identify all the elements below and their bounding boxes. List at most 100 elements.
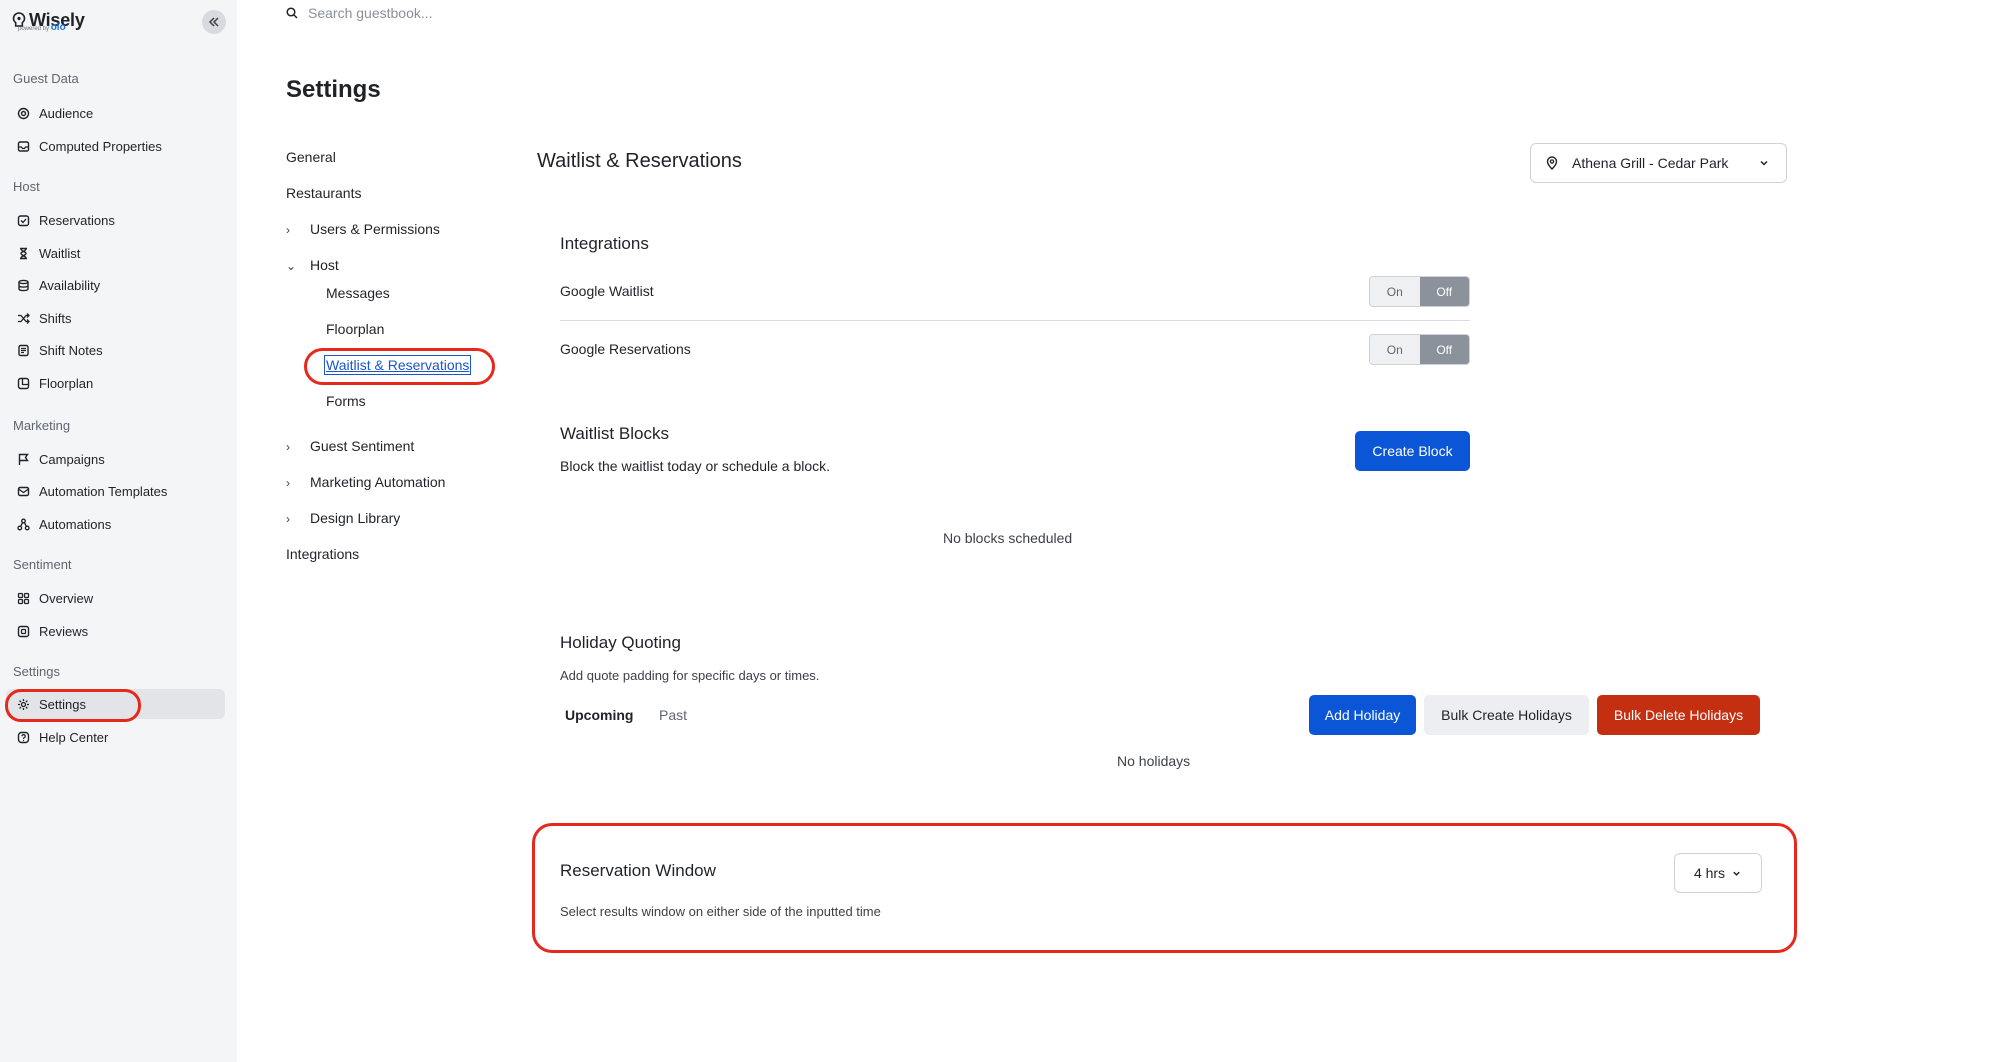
calendar-icon: [16, 213, 30, 227]
toggle-off-option[interactable]: Off: [1419, 277, 1469, 306]
create-block-button[interactable]: Create Block: [1355, 431, 1470, 471]
chevron-down-icon: [1758, 156, 1770, 172]
sidebar-item-automation-templates[interactable]: Automation Templates: [6, 476, 225, 506]
map-pin-icon: [1545, 156, 1559, 170]
no-holidays-message: No holidays: [1117, 753, 1191, 769]
chevron-down-icon: ⌄: [286, 259, 297, 273]
waitlist-blocks-heading: Waitlist Blocks: [560, 424, 669, 443]
shuffle-icon: [16, 311, 30, 325]
reservation-window-heading: Reservation Window: [560, 861, 716, 880]
integrations-heading: Integrations: [560, 234, 649, 253]
chevron-right-icon: ›: [286, 223, 290, 237]
collapse-sidebar-button[interactable]: [202, 10, 226, 34]
sidebar-item-label: Floorplan: [39, 375, 94, 391]
toggle-on-option[interactable]: On: [1370, 277, 1420, 306]
sidebar-item-label: Automations: [39, 516, 112, 532]
sidebar-item-waitlist[interactable]: Waitlist: [6, 238, 225, 268]
sidebar-item-label: Shifts: [39, 310, 72, 326]
settings-nav-floorplan[interactable]: Floorplan: [326, 321, 384, 337]
google-reservations-label: Google Reservations: [560, 341, 691, 357]
sidebar-item-label: Availability: [39, 277, 101, 293]
settings-nav-label: Marketing Automation: [310, 474, 446, 490]
google-reservations-toggle[interactable]: On Off: [1369, 334, 1470, 365]
settings-nav-design-library[interactable]: › Design Library: [286, 510, 400, 526]
reservation-window-select[interactable]: 4 hrs: [1674, 853, 1762, 893]
toggle-off-option[interactable]: Off: [1419, 335, 1469, 364]
chevron-right-icon: ›: [286, 512, 290, 526]
settings-nav-label: Host: [310, 257, 339, 273]
powered-by-text: powered by: [18, 26, 50, 32]
mail-icon: [16, 484, 30, 498]
sidebar-item-label: Campaigns: [39, 451, 105, 467]
search-input[interactable]: [308, 5, 608, 21]
chevron-right-icon: ›: [286, 476, 290, 490]
sidebar-item-automations[interactable]: Automations: [6, 509, 225, 539]
sidebar-item-audience[interactable]: Audience: [6, 98, 225, 128]
database-icon: [16, 278, 30, 292]
flag-icon: [16, 452, 30, 466]
chevron-down-icon: [1731, 868, 1742, 879]
sidebar-item-shifts[interactable]: Shifts: [6, 303, 225, 333]
reservation-window-value: 4 hrs: [1693, 865, 1726, 881]
powered-by: powered by olo: [18, 22, 66, 33]
sidebar-item-label: Overview: [39, 590, 94, 606]
sidebar-item-label: Settings: [39, 696, 86, 712]
floorplan-icon: [16, 376, 30, 390]
settings-nav-waitlist-reservations[interactable]: Waitlist & Reservations: [323, 355, 472, 375]
inbox-icon: [16, 139, 30, 153]
sidebar-item-shift-notes[interactable]: Shift Notes: [6, 335, 225, 365]
search-icon: [286, 7, 298, 19]
sidebar-item-help-center[interactable]: Help Center: [6, 722, 225, 752]
double-chevron-left-icon: [208, 17, 219, 27]
tab-past[interactable]: Past: [659, 707, 687, 723]
google-waitlist-toggle[interactable]: On Off: [1369, 276, 1470, 307]
notes-icon: [16, 343, 30, 357]
sidebar: Wisely powered by olo Guest Data Audienc…: [0, 0, 237, 1062]
sidebar-item-overview[interactable]: Overview: [6, 583, 225, 613]
settings-nav-marketing-automation[interactable]: › Marketing Automation: [286, 474, 445, 490]
add-holiday-button[interactable]: Add Holiday: [1309, 695, 1416, 735]
holiday-quoting-description: Add quote padding for specific days or t…: [560, 668, 820, 683]
waitlist-blocks-description: Block the waitlist today or schedule a b…: [560, 458, 831, 474]
sidebar-item-settings[interactable]: Settings: [6, 689, 225, 719]
sidebar-item-label: Computed Properties: [39, 138, 162, 154]
bulk-delete-holidays-button[interactable]: Bulk Delete Holidays: [1597, 695, 1760, 735]
olo-logo: olo: [50, 22, 66, 33]
automation-icon: [16, 517, 30, 531]
settings-nav-forms[interactable]: Forms: [326, 393, 366, 409]
reviews-icon: [16, 624, 30, 638]
hourglass-icon: [16, 246, 30, 260]
settings-nav-guest-sentiment[interactable]: › Guest Sentiment: [286, 438, 414, 454]
sidebar-item-reservations[interactable]: Reservations: [6, 205, 225, 235]
help-icon: [16, 730, 30, 744]
settings-nav-restaurants[interactable]: Restaurants: [286, 185, 361, 201]
location-select[interactable]: Athena Grill - Cedar Park: [1530, 143, 1787, 183]
sidebar-item-floorplan[interactable]: Floorplan: [6, 368, 225, 398]
tab-upcoming[interactable]: Upcoming: [565, 707, 633, 723]
section-settings: Settings: [13, 664, 60, 679]
sidebar-item-reviews[interactable]: Reviews: [6, 616, 225, 646]
bulk-create-holidays-button[interactable]: Bulk Create Holidays: [1424, 695, 1589, 735]
toggle-on-option[interactable]: On: [1370, 335, 1420, 364]
page-title: Settings: [286, 76, 381, 103]
settings-nav-label: Design Library: [310, 510, 401, 526]
sidebar-item-availability[interactable]: Availability: [6, 270, 225, 300]
settings-nav-general[interactable]: General: [286, 149, 336, 165]
holiday-quoting-heading: Holiday Quoting: [560, 633, 681, 652]
settings-nav-label: Guest Sentiment: [310, 438, 415, 454]
sidebar-item-label: Automation Templates: [39, 483, 168, 499]
settings-nav-integrations[interactable]: Integrations: [286, 546, 359, 562]
location-value: Athena Grill - Cedar Park: [1572, 155, 1729, 171]
highlight-reservation-window-ring: [532, 823, 1797, 953]
settings-nav-host[interactable]: ⌄ Host: [286, 257, 339, 273]
search-bar[interactable]: [286, 5, 608, 21]
settings-nav-messages[interactable]: Messages: [326, 285, 390, 301]
sidebar-item-label: Help Center: [39, 729, 109, 745]
sidebar-item-label: Reviews: [39, 623, 89, 639]
sidebar-item-campaigns[interactable]: Campaigns: [6, 444, 225, 474]
sidebar-item-computed-properties[interactable]: Computed Properties: [6, 131, 225, 161]
settings-nav-users-permissions[interactable]: › Users & Permissions: [286, 221, 440, 237]
sidebar-item-label: Waitlist: [39, 245, 81, 261]
integrations-divider: [560, 320, 1470, 321]
no-blocks-message: No blocks scheduled: [943, 530, 1073, 546]
